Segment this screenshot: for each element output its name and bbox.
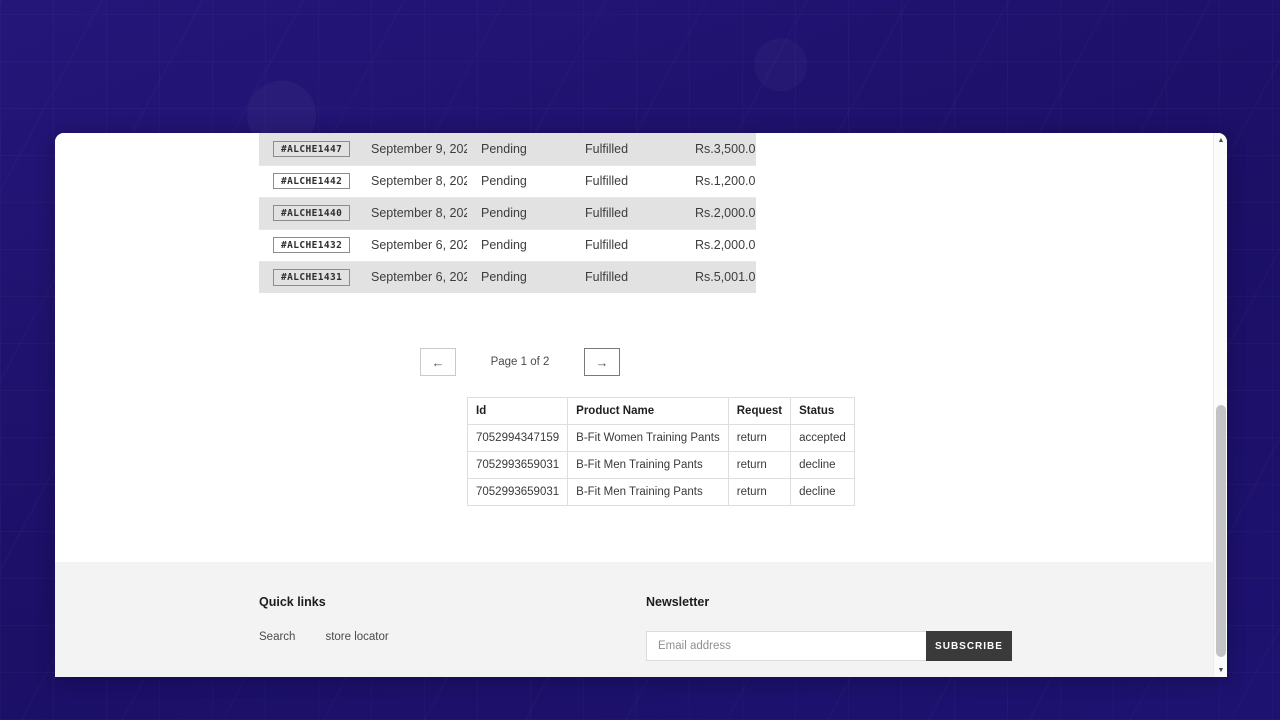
newsletter-form: SUBSCRIBE [646,631,1012,661]
table-row[interactable]: #ALCHE1432 September 6, 2021 Pending Ful… [259,228,756,262]
quick-links-title: Quick links [259,595,326,609]
order-id-badge[interactable]: #ALCHE1440 [273,204,351,222]
order-date-cell: September 8, 2021 [357,164,467,198]
footer-newsletter-column: Newsletter SUBSCRIBE [646,562,1012,661]
order-fulfillment-status-cell: Fulfilled [571,133,681,165]
browser-window: #ALCHE1447 September 9, 2021 Pending Ful… [55,133,1227,677]
return-status-cell: accepted [790,424,855,452]
returns-header-id: Id [466,397,569,425]
order-fulfillment-status-cell: Fulfilled [571,261,681,293]
return-status-cell: decline [790,478,855,506]
site-footer: Quick links Search store locator Newslet… [55,562,1213,677]
returns-header-product: Product Name [567,397,729,425]
order-history-table-body: #ALCHE1447 September 9, 2021 Pending Ful… [259,133,756,293]
order-id-badge[interactable]: #ALCHE1432 [273,236,351,254]
order-fulfillment-status-cell: Fulfilled [571,228,681,262]
pagination: ← Page 1 of 2 → [420,348,620,376]
newsletter-title: Newsletter [646,595,710,609]
order-total-cell: Rs.3,500.00 [681,133,756,165]
returns-header-status: Status [790,397,855,425]
order-total-cell: Rs.5,001.00 [681,261,756,293]
arrow-right-icon: → [595,354,609,370]
order-payment-status-cell: Pending [467,164,571,198]
order-payment-status-cell: Pending [467,133,571,165]
table-row[interactable]: 7052993659031 B-Fit Men Training Pants r… [466,451,855,479]
order-payment-status-cell: Pending [467,197,571,229]
order-total-cell: Rs.2,000.00 [681,197,756,229]
order-id-badge[interactable]: #ALCHE1447 [273,140,351,157]
order-id-cell: #ALCHE1440 [259,197,357,229]
returns-header-request: Request [727,397,792,425]
order-date-cell: September 6, 2021 [357,261,467,293]
return-request-cell: return [727,451,792,479]
order-id-cell: #ALCHE1432 [259,228,357,262]
return-product-cell: B-Fit Men Training Pants [567,478,729,506]
order-payment-status-cell: Pending [467,261,571,293]
return-status-cell: decline [790,451,855,479]
return-product-cell: B-Fit Men Training Pants [567,451,729,479]
returns-table-head: Id Product Name Request Status [466,397,855,425]
order-fulfillment-status-cell: Fulfilled [571,197,681,229]
order-history-table-container: #ALCHE1447 September 9, 2021 Pending Ful… [259,133,756,293]
table-row[interactable]: #ALCHE1447 September 9, 2021 Pending Ful… [259,133,756,165]
order-id-cell: #ALCHE1447 [259,133,357,165]
order-id-badge[interactable]: #ALCHE1431 [273,269,351,286]
page-indicator: Page 1 of 2 [490,356,550,368]
footer-link-search[interactable]: Search [259,631,295,643]
footer-quick-links-column: Quick links Search store locator [259,562,646,661]
order-id-cell: #ALCHE1442 [259,164,357,198]
returns-table: Id Product Name Request Status 705299434… [466,397,855,506]
order-date-cell: September 6, 2021 [357,228,467,262]
subscribe-button[interactable]: SUBSCRIBE [926,631,1012,661]
order-history-table: #ALCHE1447 September 9, 2021 Pending Ful… [259,133,756,293]
return-request-cell: return [727,478,792,506]
order-fulfillment-status-cell: Fulfilled [571,164,681,198]
return-id-cell: 7052993659031 [466,478,569,506]
scroll-down-arrow-icon[interactable]: ▼ [1214,663,1227,677]
order-total-cell: Rs.1,200.00 [681,164,756,198]
returns-header-row: Id Product Name Request Status [466,397,855,425]
return-id-cell: 7052993659031 [466,451,569,479]
next-page-button[interactable]: → [583,348,620,376]
table-row[interactable]: #ALCHE1442 September 8, 2021 Pending Ful… [259,164,756,198]
return-id-cell: 7052994347159 [466,424,569,452]
order-payment-status-cell: Pending [467,228,571,262]
table-row[interactable]: #ALCHE1431 September 6, 2021 Pending Ful… [259,261,756,293]
return-product-cell: B-Fit Women Training Pants [567,424,729,452]
footer-link-store-locator[interactable]: store locator [325,631,388,643]
scrollbar-thumb[interactable] [1216,405,1226,657]
table-row[interactable]: 7052993659031 B-Fit Men Training Pants r… [466,478,855,506]
order-id-cell: #ALCHE1431 [259,261,357,293]
arrow-left-icon: ← [431,354,445,370]
page-viewport: #ALCHE1447 September 9, 2021 Pending Ful… [55,133,1213,677]
vertical-scrollbar[interactable]: ▲ ▼ [1213,133,1227,677]
returns-table-container: Id Product Name Request Status 705299434… [466,397,855,506]
scroll-up-arrow-icon[interactable]: ▲ [1214,133,1227,147]
table-row[interactable]: 7052994347159 B-Fit Women Training Pants… [466,424,855,452]
order-date-cell: September 8, 2021 [357,197,467,229]
previous-page-button[interactable]: ← [420,348,456,376]
order-date-cell: September 9, 2021 [357,133,467,165]
order-id-badge[interactable]: #ALCHE1442 [273,172,351,190]
footer-columns: Quick links Search store locator Newslet… [259,562,1019,661]
email-field[interactable] [646,631,926,661]
returns-table-body: 7052994347159 B-Fit Women Training Pants… [466,424,855,506]
table-row[interactable]: #ALCHE1440 September 8, 2021 Pending Ful… [259,197,756,229]
order-total-cell: Rs.2,000.00 [681,228,756,262]
return-request-cell: return [727,424,792,452]
quick-links-list: Search store locator [259,631,646,643]
